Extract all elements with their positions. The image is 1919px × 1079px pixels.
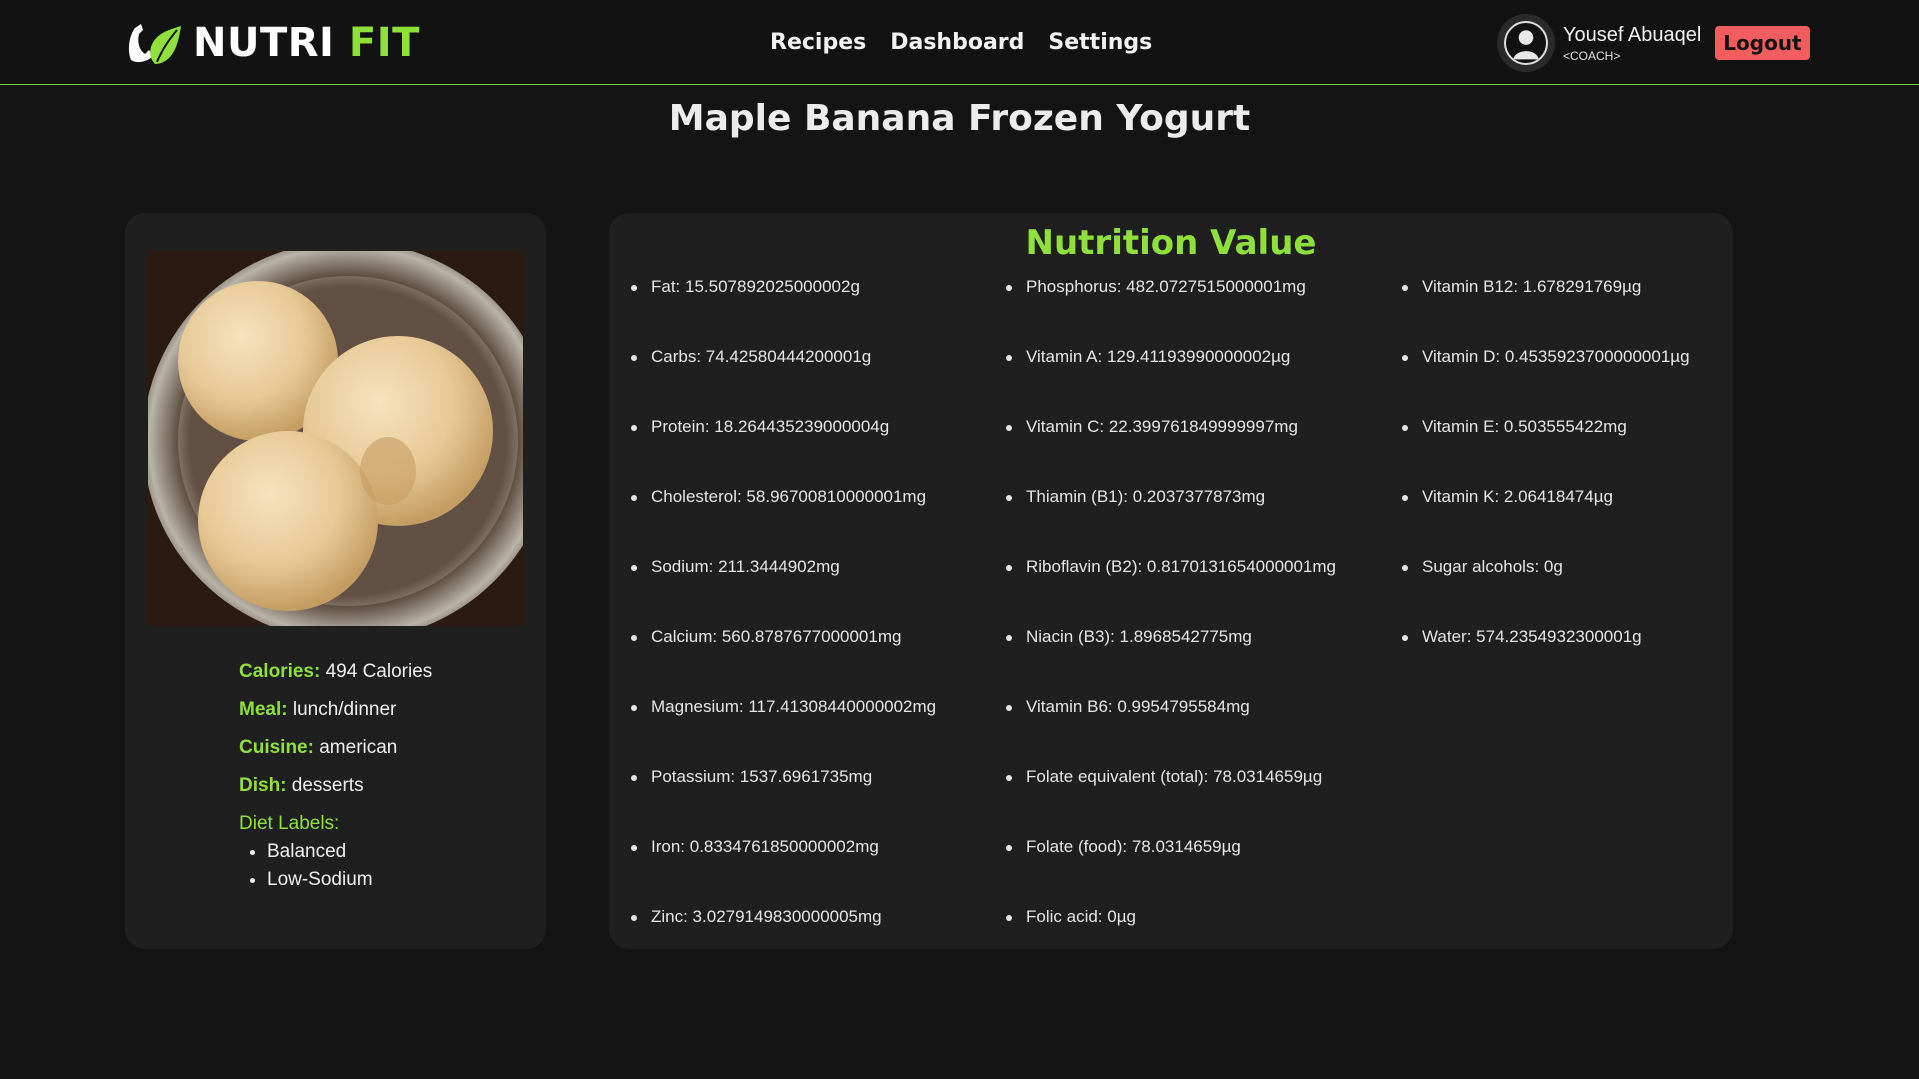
nutrient-item: Riboflavin (B2): 0.8170131654000001mg [1006,557,1336,627]
nutrient-item: Vitamin A: 129.41193990000002µg [1006,347,1336,417]
nutrition-column-3: Vitamin B12: 1.678291769µg Vitamin D: 0.… [1402,277,1690,697]
nutrient-item: Carbs: 74.42580444200001g [631,347,936,417]
recipe-meta: Calories: 494 Calories Meal: lunch/dinne… [239,661,432,897]
nutrient-item: Potassium: 1537.6961735mg [631,767,936,837]
nutrient-item: Vitamin C: 22.399761849999997mg [1006,417,1336,487]
nutrient-item: Zinc: 3.0279149830000005mg [631,907,936,977]
nutrient-item: Vitamin D: 0.4535923700000001µg [1402,347,1690,417]
logout-button[interactable]: Logout [1715,26,1810,60]
nutrient-item: Vitamin B6: 0.9954795584mg [1006,697,1336,767]
user-area: Yousef Abuaqel <COACH> Logout [1497,14,1810,72]
nutrient-item: Protein: 18.264435239000004g [631,417,936,487]
nutrient-item: Iron: 0.8334761850000002mg [631,837,936,907]
calories-value: 494 Calories [325,661,433,682]
main-nav: Recipes Dashboard Settings [770,0,1152,85]
nutrition-column-1: Fat: 15.507892025000002g Carbs: 74.42580… [631,277,936,977]
nutrient-item: Water: 574.2354932300001g [1402,627,1690,697]
nutrient-item: Thiamin (B1): 0.2037377873mg [1006,487,1336,557]
diet-label-item: Low-Sodium [267,869,432,891]
nutrient-item: Vitamin B12: 1.678291769µg [1402,277,1690,347]
brand-name-part1: NUTRI [193,20,335,66]
calories-label: Calories: [239,661,321,682]
cuisine-label: Cuisine: [239,737,314,758]
recipe-summary-card: Calories: 494 Calories Meal: lunch/dinne… [125,213,546,949]
brand-logo[interactable]: NUTRI FIT [125,18,420,68]
diet-labels-title: Diet Labels: [239,813,340,834]
user-role: <COACH> [1563,48,1621,63]
nutrient-item: Calcium: 560.8787677000001mg [631,627,936,697]
user-avatar-icon [1504,21,1548,65]
nutrient-item: Vitamin E: 0.503555422mg [1402,417,1690,487]
nutrition-title: Nutrition Value [1025,223,1317,263]
diet-labels-list: Balanced Low-Sodium [267,841,432,891]
nutrient-item: Cholesterol: 58.96700810000001mg [631,487,936,557]
dish-label: Dish: [239,775,287,796]
user-info: Yousef Abuaqel <COACH> [1563,24,1701,63]
muscle-leaf-icon [128,24,181,64]
dish-row: Dish: desserts [239,775,432,797]
nutrient-item: Sodium: 211.3444902mg [631,557,936,627]
nutrient-item: Vitamin K: 2.06418474µg [1402,487,1690,557]
nutrient-item: Magnesium: 117.41308440000002mg [631,697,936,767]
header: NUTRI FIT Recipes Dashboard Settings You… [0,0,1919,85]
calories-row: Calories: 494 Calories [239,661,432,683]
meal-value: lunch/dinner [292,699,397,720]
cuisine-value: american [319,737,398,758]
recipe-image [148,251,523,626]
cuisine-row: Cuisine: american [239,737,432,759]
page-title: Maple Banana Frozen Yogurt [668,98,1251,139]
nutrient-item: Sugar alcohols: 0g [1402,557,1690,627]
nav-settings[interactable]: Settings [1048,30,1152,55]
diet-label-item: Balanced [267,841,432,863]
nav-recipes[interactable]: Recipes [770,30,866,55]
nutrition-column-2: Phosphorus: 482.0727515000001mg Vitamin … [1006,277,1336,977]
meal-label: Meal: [239,699,288,720]
meal-row: Meal: lunch/dinner [239,699,432,721]
brand-name-part2: FIT [348,20,420,66]
nutrient-item: Folic acid: 0µg [1006,907,1336,977]
avatar[interactable] [1497,14,1555,72]
nutrient-item: Folate (food): 78.0314659µg [1006,837,1336,907]
nutrient-item: Fat: 15.507892025000002g [631,277,936,347]
nutrient-item: Niacin (B3): 1.8968542775mg [1006,627,1336,697]
nutrient-item: Phosphorus: 482.0727515000001mg [1006,277,1336,347]
dish-value: desserts [291,775,364,796]
user-name: Yousef Abuaqel [1563,23,1702,46]
nav-dashboard[interactable]: Dashboard [890,30,1024,55]
nutrition-card: Nutrition Value Fat: 15.507892025000002g… [609,213,1733,949]
nutrient-item: Folate equivalent (total): 78.0314659µg [1006,767,1336,837]
